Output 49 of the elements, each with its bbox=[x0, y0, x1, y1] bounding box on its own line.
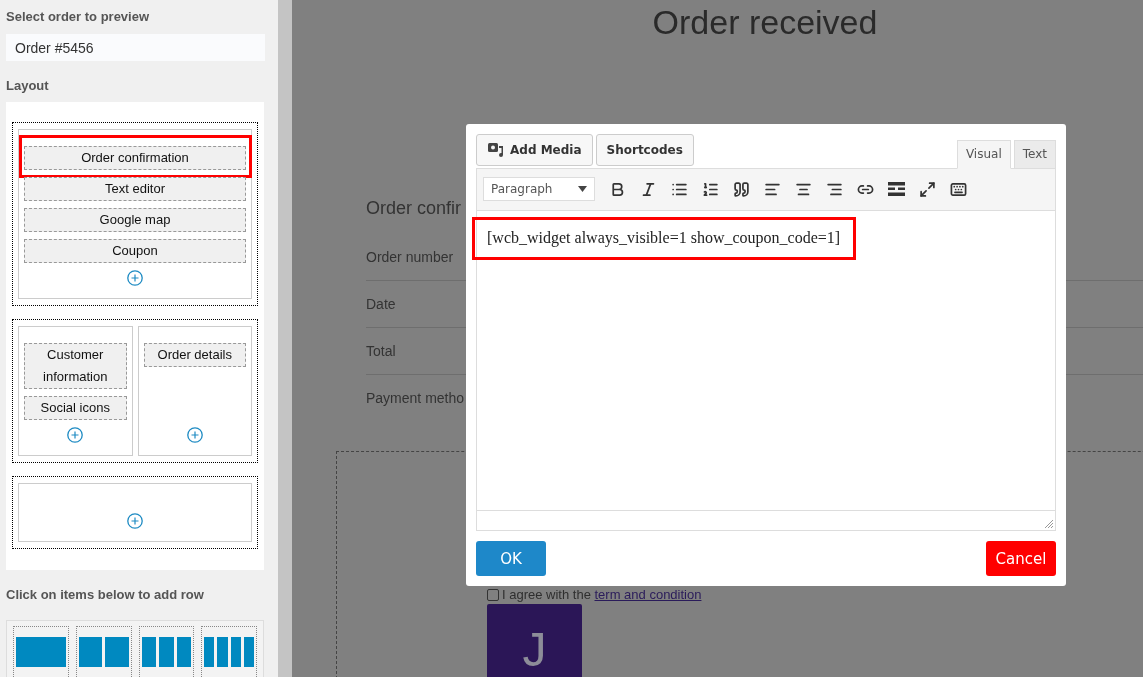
agree-checkbox[interactable] bbox=[487, 588, 499, 601]
bold-icon[interactable] bbox=[609, 180, 626, 198]
add-row-label: Click on items below to add row bbox=[6, 587, 205, 604]
layout-block[interactable]: Text editor bbox=[24, 177, 246, 202]
media-icon bbox=[487, 142, 505, 158]
row-template[interactable] bbox=[138, 626, 195, 677]
cancel-button[interactable]: Cancel bbox=[986, 541, 1056, 576]
add-media-button[interactable]: Add Media bbox=[476, 134, 593, 166]
layout-block[interactable]: Coupon bbox=[24, 239, 246, 264]
detail-label: Date bbox=[366, 296, 396, 312]
add-icon[interactable] bbox=[127, 270, 143, 287]
quote-icon[interactable] bbox=[733, 180, 750, 198]
terms-link[interactable]: term and condition bbox=[594, 587, 702, 602]
row-template[interactable] bbox=[13, 626, 69, 677]
numbered-list-icon[interactable] bbox=[702, 180, 719, 198]
shortcodes-button[interactable]: Shortcodes bbox=[595, 134, 694, 166]
layout-block[interactable]: Customer information bbox=[24, 343, 127, 390]
agree-text: I agree with the term and condition bbox=[502, 587, 702, 602]
detail-label: Total bbox=[366, 343, 396, 359]
row-template[interactable] bbox=[201, 626, 257, 677]
editor-content[interactable]: [wcb_widget always_visible=1 show_coupon_code=1] bbox=[476, 210, 1056, 511]
read-more-icon[interactable] bbox=[888, 182, 905, 197]
add-icon[interactable] bbox=[186, 427, 203, 444]
italic-icon[interactable] bbox=[640, 180, 657, 198]
layout-block[interactable]: Social icons bbox=[24, 396, 127, 421]
format-select[interactable]: Paragraph bbox=[483, 177, 595, 202]
layout-block[interactable]: Order details bbox=[143, 343, 246, 368]
editor-tab[interactable]: Text bbox=[1013, 139, 1056, 169]
layout-block[interactable]: Google map bbox=[24, 208, 246, 233]
caret-icon bbox=[578, 186, 587, 193]
section-heading: Order confir bbox=[366, 197, 462, 219]
add-icon[interactable] bbox=[67, 427, 84, 444]
page-title: Order received bbox=[651, 2, 879, 43]
avatar: J bbox=[487, 604, 582, 677]
row-template[interactable] bbox=[75, 626, 132, 677]
layout-label: Layout bbox=[6, 78, 50, 95]
scrollbar[interactable] bbox=[278, 0, 292, 677]
editor-tab[interactable]: Visual bbox=[956, 139, 1011, 169]
detail-label: Order number bbox=[366, 248, 454, 265]
fullscreen-icon[interactable] bbox=[919, 180, 936, 198]
select-order-label: Select order to preview bbox=[6, 9, 151, 25]
shortcode-text: [wcb_widget always_visible=1 show_coupon_code=1] bbox=[487, 228, 841, 246]
add-icon[interactable] bbox=[127, 513, 143, 530]
layout-block[interactable]: Order confirmation bbox=[24, 146, 246, 171]
resize-handle-icon[interactable] bbox=[1044, 519, 1053, 528]
ok-button[interactable]: OK bbox=[476, 541, 546, 576]
keyboard-icon[interactable] bbox=[950, 180, 967, 198]
order-select[interactable]: Order #5456 bbox=[6, 34, 265, 62]
detail-label: Payment metho bbox=[366, 390, 465, 406]
